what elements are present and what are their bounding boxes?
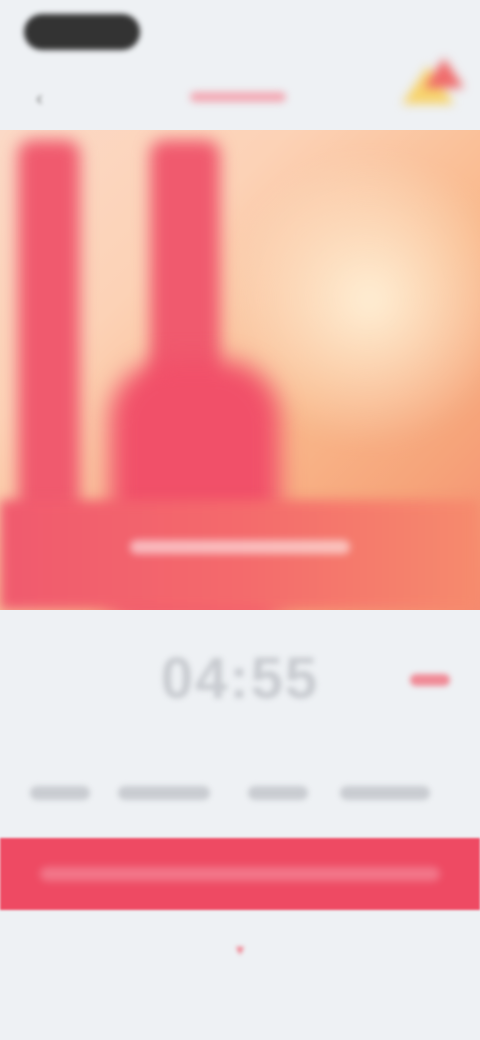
primary-action-label-placeholder: [40, 867, 440, 881]
chevron-down-icon[interactable]: ▾: [229, 940, 251, 962]
back-arrow-icon[interactable]: ‹: [36, 88, 62, 110]
primary-action-button[interactable]: [0, 838, 480, 910]
options-row: [0, 770, 480, 820]
status-pill: [24, 14, 140, 50]
option-4[interactable]: [340, 786, 430, 800]
option-1[interactable]: [30, 786, 90, 800]
nav-title-placeholder: [190, 92, 286, 102]
option-3[interactable]: [248, 786, 308, 800]
time-action-link[interactable]: [410, 674, 450, 686]
decorative-triangles-icon: [396, 54, 466, 114]
hero-image: [0, 130, 480, 610]
app-screen: ‹ 04:55 ▾: [0, 0, 480, 1040]
hero-caption-placeholder: [130, 540, 350, 554]
time-row: 04:55: [0, 622, 480, 752]
time-display[interactable]: 04:55: [140, 644, 340, 714]
option-2[interactable]: [118, 786, 210, 800]
